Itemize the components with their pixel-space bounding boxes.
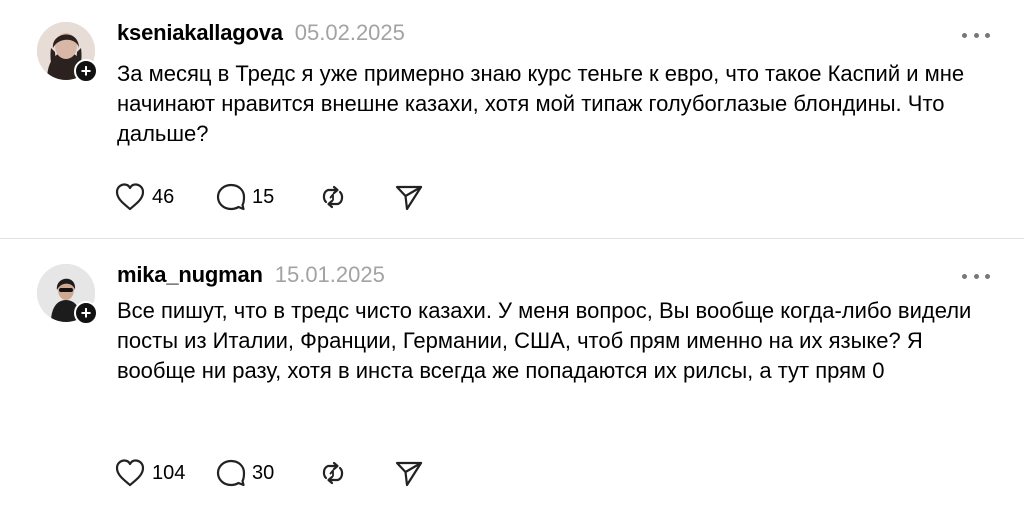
repost-button[interactable] [318, 180, 394, 214]
post-actions: 104 30 [114, 456, 434, 490]
heart-icon [114, 182, 146, 212]
like-button[interactable]: 104 [114, 456, 216, 490]
post-text: За месяц в Тредс я уже примерно знаю кур… [117, 61, 965, 146]
reply-count: 30 [252, 461, 275, 484]
comment-bubble-icon [216, 182, 246, 212]
repost-button[interactable] [318, 456, 394, 490]
like-count: 104 [152, 461, 186, 484]
post-actions: 46 15 [114, 180, 434, 214]
like-count: 46 [152, 185, 175, 208]
like-button[interactable]: 46 [114, 180, 216, 214]
dot [973, 273, 979, 279]
post-header: mika_nugman 15.01.2025 [117, 262, 385, 290]
thread-post: + kseniakallagova 05.02.2025 За месяц в … [0, 0, 1024, 238]
more-options-icon[interactable] [962, 30, 990, 40]
dot [962, 32, 967, 38]
reply-count: 15 [252, 185, 275, 208]
follow-plus-icon[interactable]: + [74, 301, 98, 325]
send-icon [394, 458, 424, 488]
reply-button[interactable]: 15 [216, 180, 318, 214]
post-date[interactable]: 05.02.2025 [295, 20, 405, 46]
dot [962, 273, 967, 279]
send-icon [394, 182, 424, 212]
reply-button[interactable]: 30 [216, 456, 318, 490]
username[interactable]: mika_nugman [117, 262, 263, 288]
thread-post: + mika_nugman 15.01.2025 Все пишут, что … [0, 240, 1024, 509]
repost-icon [318, 458, 348, 488]
comment-bubble-icon [216, 458, 246, 488]
dot [985, 32, 990, 38]
share-button[interactable] [394, 456, 434, 490]
post-divider [0, 238, 1024, 239]
post-date[interactable]: 15.01.2025 [275, 262, 385, 288]
dot [973, 32, 979, 38]
post-header: kseniakallagova 05.02.2025 [117, 20, 405, 48]
post-text: Все пишут, что в тредс чисто казахи. У м… [117, 298, 972, 383]
repost-icon [318, 182, 348, 212]
follow-plus-icon[interactable]: + [74, 59, 98, 83]
share-button[interactable] [394, 180, 434, 214]
more-options-icon[interactable] [962, 271, 990, 281]
dot [985, 273, 990, 279]
heart-icon [114, 458, 146, 488]
username[interactable]: kseniakallagova [117, 20, 283, 46]
